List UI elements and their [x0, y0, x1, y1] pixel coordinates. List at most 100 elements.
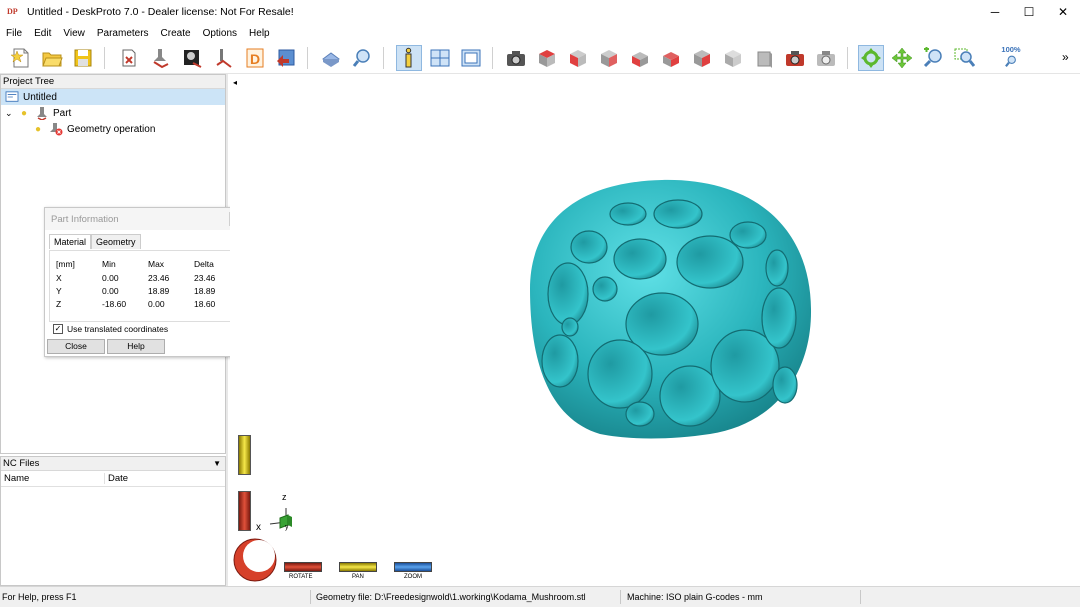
lightbulb-icon[interactable]: ● — [35, 124, 47, 135]
operation-icon — [153, 49, 169, 69]
dimensions-table: [mm] Min Max Delta X 0.00 23.46 23.46 Y … — [49, 250, 241, 322]
zoom-icon — [923, 47, 942, 68]
menu-help[interactable]: Help — [243, 28, 276, 39]
zoom-100-button[interactable]: 100% — [998, 45, 1024, 71]
render-print-icon — [817, 51, 835, 66]
menu-edit[interactable]: Edit — [28, 28, 57, 39]
tree-item-geometry-operation[interactable]: ● Geometry operation — [1, 121, 225, 137]
render-color-button[interactable] — [782, 45, 808, 71]
zoom-window-icon — [954, 48, 975, 67]
pan-label: PAN — [352, 574, 364, 580]
project-icon — [5, 91, 19, 102]
open-folder-icon — [42, 52, 63, 67]
bitmap-operation-icon — [184, 50, 202, 68]
tab-geometry[interactable]: Geometry — [91, 234, 141, 249]
tree-item-part[interactable]: ⌄ ● Part — [1, 105, 225, 121]
dialog-title: Part Information — [51, 214, 119, 225]
menu-file[interactable]: File — [0, 28, 28, 39]
nc-files-title: NC Files — [3, 458, 40, 469]
3d-viewport[interactable]: ◂ z x y ROTATE PAN ZOOM — [230, 74, 1080, 586]
axis-label-y: y — [285, 524, 289, 531]
nc-files-columns: Name Date — [1, 471, 225, 487]
new-project-button[interactable] — [8, 45, 34, 71]
deskproto-window: DP Untitled - DeskProto 7.0 - Dealer lic… — [0, 0, 1080, 607]
rotate-vertical-control[interactable] — [238, 491, 251, 531]
cube-left-icon — [601, 50, 617, 67]
row-delta: 18.60 — [194, 299, 216, 309]
screenshot-button[interactable] — [503, 45, 529, 71]
checkbox-label: Use translated coordinates — [67, 324, 169, 334]
view-back-button[interactable] — [658, 45, 684, 71]
menu-create[interactable]: Create — [155, 28, 197, 39]
open-project-button[interactable] — [39, 45, 65, 71]
zoom-control[interactable] — [394, 562, 432, 572]
row-max: 18.89 — [148, 286, 170, 296]
zoom-window-button[interactable] — [951, 45, 977, 71]
load-geometry-button[interactable] — [318, 45, 344, 71]
render-print-button[interactable] — [813, 45, 839, 71]
pan-arrows-icon — [891, 47, 913, 69]
chevron-down-icon[interactable]: ⌄ — [5, 108, 15, 119]
part-information-button[interactable] — [396, 45, 422, 71]
row-axis: Z — [56, 299, 62, 309]
tree-item-geometry-operation-label: Geometry operation — [67, 123, 156, 135]
header-delta: Delta — [194, 259, 214, 269]
view-front-button[interactable] — [565, 45, 591, 71]
rotate-arrows-icon — [861, 48, 881, 68]
view-top-button[interactable] — [534, 45, 560, 71]
rotate-control[interactable] — [284, 562, 322, 572]
lightbulb-icon[interactable]: ● — [21, 108, 33, 119]
translated-coordinates-checkbox[interactable]: ✓ Use translated coordinates — [53, 324, 168, 334]
part-parameters-button[interactable] — [116, 45, 142, 71]
pan-control[interactable] — [339, 562, 377, 572]
part-icon — [37, 107, 47, 120]
drawing-operation-button[interactable]: D — [242, 45, 268, 71]
view-iso-button[interactable] — [720, 45, 746, 71]
view-left-button[interactable] — [596, 45, 622, 71]
pan-vertical-control[interactable] — [238, 435, 251, 475]
vector-operation-button[interactable] — [211, 45, 237, 71]
preview-window-button[interactable] — [458, 45, 484, 71]
view-bottom-button[interactable] — [689, 45, 715, 71]
maximize-button[interactable]: ☐ — [1012, 0, 1046, 24]
magnifier-icon — [352, 49, 370, 67]
rotate-dial-icon[interactable] — [232, 537, 278, 583]
cube-top-icon — [539, 50, 555, 67]
menu-options[interactable]: Options — [197, 28, 243, 39]
menu-parameters[interactable]: Parameters — [91, 28, 155, 39]
view-right-button[interactable] — [627, 45, 653, 71]
zoom-view-button[interactable] — [920, 45, 946, 71]
operation-parameters-button[interactable] — [148, 45, 174, 71]
cube-iso-icon — [725, 50, 741, 67]
rotate-view-button[interactable] — [858, 45, 884, 71]
close-button[interactable]: Close — [47, 339, 105, 354]
window-layout-button[interactable] — [427, 45, 453, 71]
checkmark-icon[interactable]: ✓ — [53, 324, 63, 334]
pan-view-button[interactable] — [889, 45, 915, 71]
part-parameters-icon — [122, 49, 136, 67]
row-axis: X — [56, 273, 62, 283]
write-nc-button[interactable] — [273, 45, 299, 71]
menu-view[interactable]: View — [57, 28, 91, 39]
info-icon — [405, 47, 412, 68]
minimize-button[interactable]: ─ — [978, 0, 1012, 24]
toolbar-overflow-button[interactable]: » — [1062, 50, 1069, 64]
header-unit: [mm] — [56, 259, 75, 269]
bitmap-operation-button[interactable] — [179, 45, 205, 71]
menu-bar: File Edit View Parameters Create Options… — [0, 24, 276, 42]
load-geometry-icon — [322, 52, 340, 67]
tab-material[interactable]: Material — [49, 234, 92, 249]
column-name[interactable]: Name — [1, 473, 105, 484]
column-date[interactable]: Date — [105, 473, 128, 484]
close-window-button[interactable]: ✕ — [1046, 0, 1080, 24]
nc-files-dropdown-icon[interactable]: ▼ — [213, 457, 221, 471]
axis-label-z: z — [282, 492, 287, 502]
view-plain-button[interactable] — [751, 45, 777, 71]
help-button[interactable]: Help — [107, 339, 165, 354]
save-project-button[interactable] — [70, 45, 96, 71]
view-geometry-button[interactable] — [349, 45, 375, 71]
dialog-title-bar: Part Information — [45, 208, 245, 230]
tree-item-untitled[interactable]: Untitled — [1, 89, 225, 105]
app-logo-icon: DP — [7, 7, 18, 16]
row-min: -18.60 — [102, 299, 127, 309]
